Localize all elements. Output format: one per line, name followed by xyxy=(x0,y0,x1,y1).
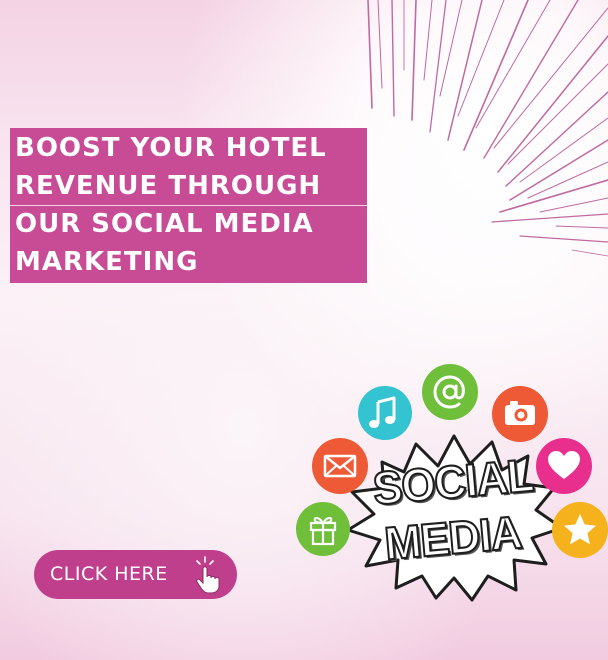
headline-line-4: MARKETING xyxy=(15,247,199,277)
heart-icon xyxy=(536,438,592,494)
music-note-icon xyxy=(358,386,412,440)
headline-line-2: REVENUE THROUGH xyxy=(15,171,322,201)
click-here-label: CLICK HERE xyxy=(50,563,168,585)
headline-line-3: OUR SOCIAL MEDIA xyxy=(15,209,314,239)
headline-box: BOOST YOUR HOTEL REVENUE THROUGH OUR SOC… xyxy=(10,128,367,283)
comic-burst: SOCIAL MEDIA xyxy=(342,430,564,602)
at-sign-icon xyxy=(422,364,478,420)
click-here-button[interactable]: CLICK HERE xyxy=(34,550,237,599)
camera-icon xyxy=(492,386,548,442)
envelope-icon xyxy=(312,438,368,494)
star-icon xyxy=(552,502,608,558)
headline-line-1: BOOST YOUR HOTEL xyxy=(15,133,327,163)
social-media-illustration: SOCIAL MEDIA xyxy=(292,362,608,602)
gift-icon xyxy=(296,502,350,556)
pointing-hand-icon xyxy=(196,556,220,594)
